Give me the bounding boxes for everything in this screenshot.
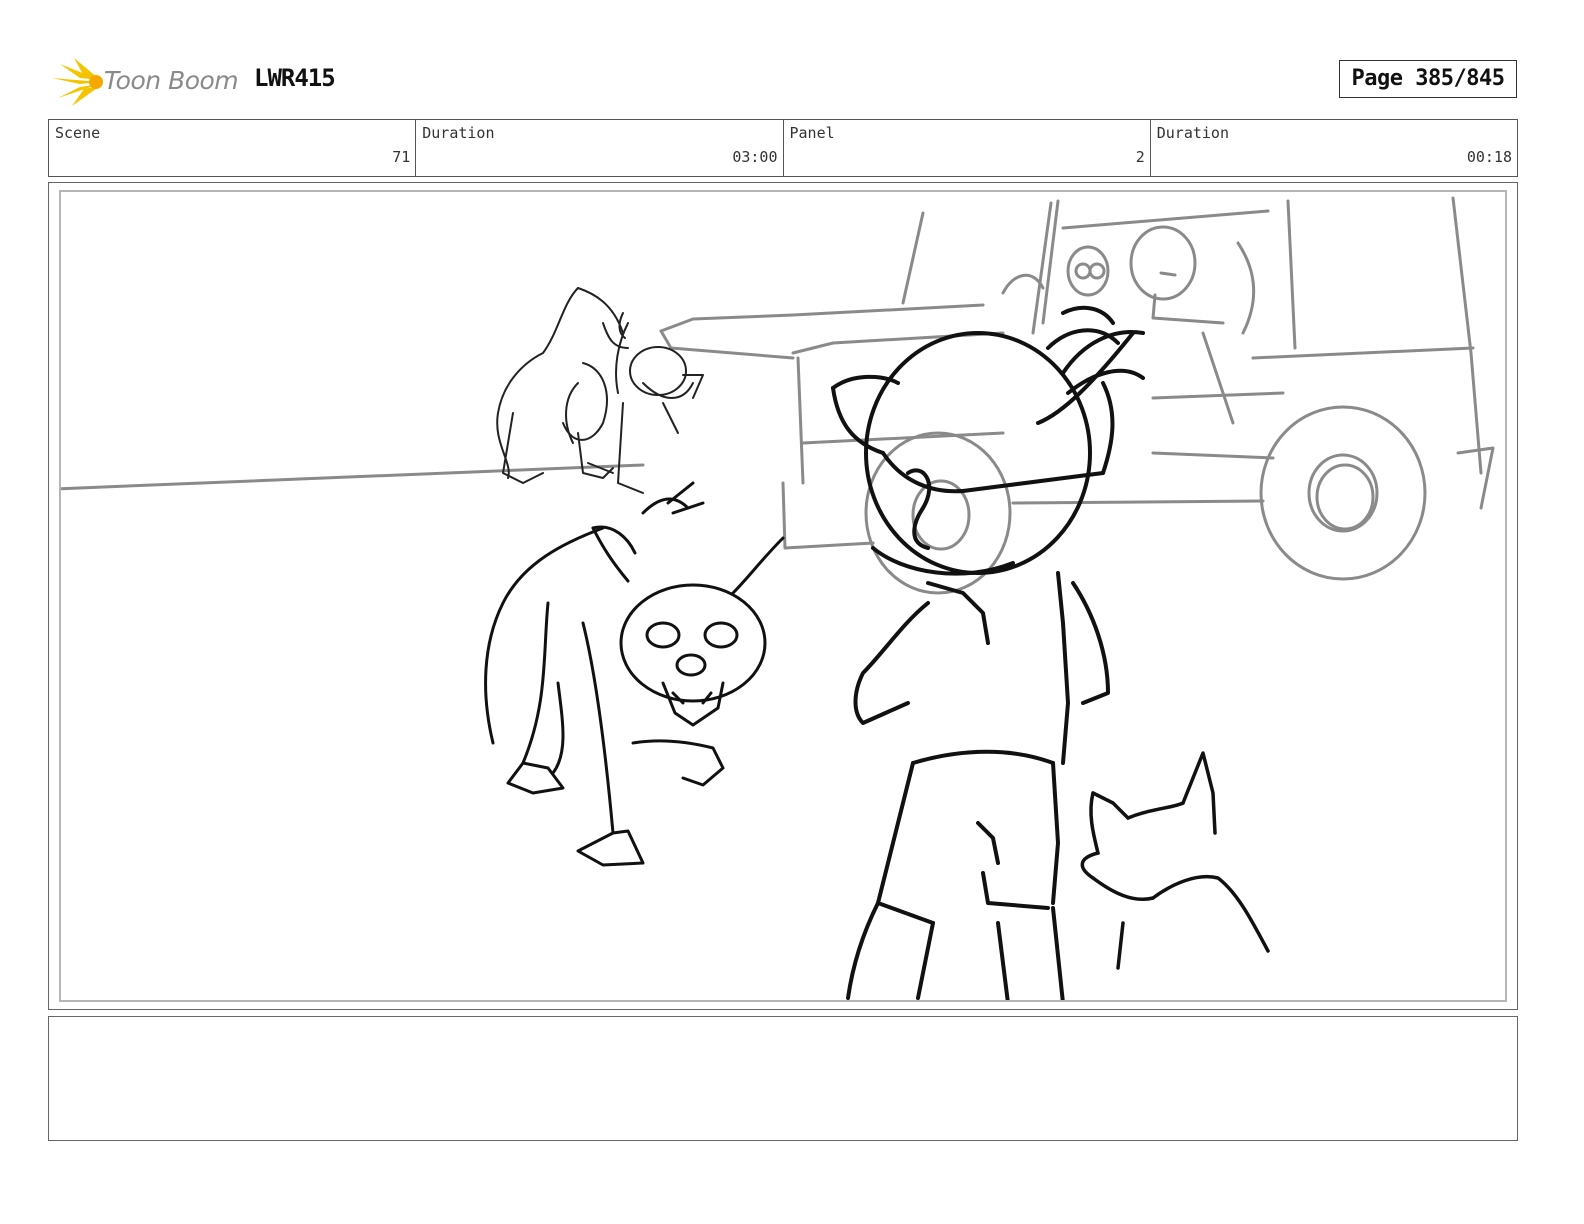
- horizon-line: [61, 463, 645, 491]
- scene-info-table: Scene 71 Duration 03:00 Panel 2 Duration…: [48, 119, 1518, 177]
- panel-duration-cell: Duration 00:18: [1151, 120, 1517, 176]
- scene-duration-label: Duration: [422, 124, 495, 142]
- storyboard-sketch: [61, 196, 1495, 1000]
- storyboard-panel: [59, 190, 1507, 1002]
- page-number: Page 385/845: [1339, 60, 1517, 98]
- project-code: LWR415: [254, 64, 336, 92]
- notes-box: [48, 1016, 1518, 1141]
- logo-text: Toon Boom: [104, 66, 239, 95]
- panel-value: 2: [1135, 148, 1145, 166]
- front-hyena-sketch: [484, 481, 785, 867]
- scene-duration-cell: Duration 03:00: [416, 120, 784, 176]
- storyboard-panel-frame: [48, 182, 1518, 1010]
- sun-burst-icon: [52, 58, 103, 106]
- scene-duration-value: 03:00: [732, 148, 778, 166]
- scene-cell: Scene 71: [49, 120, 417, 176]
- panel-duration-label: Duration: [1156, 124, 1229, 142]
- main-character-sketch: [831, 305, 1145, 1000]
- scene-label: Scene: [55, 124, 101, 142]
- scene-value: 71: [392, 148, 411, 166]
- panel-cell: Panel 2: [784, 120, 1151, 176]
- panel-label: Panel: [789, 124, 835, 142]
- panel-duration-value: 00:18: [1466, 148, 1512, 166]
- small-creature-sketch: [1080, 751, 1270, 970]
- toon-boom-logo: Toon Boom: [50, 56, 240, 108]
- back-hyena-sketch: [496, 287, 704, 494]
